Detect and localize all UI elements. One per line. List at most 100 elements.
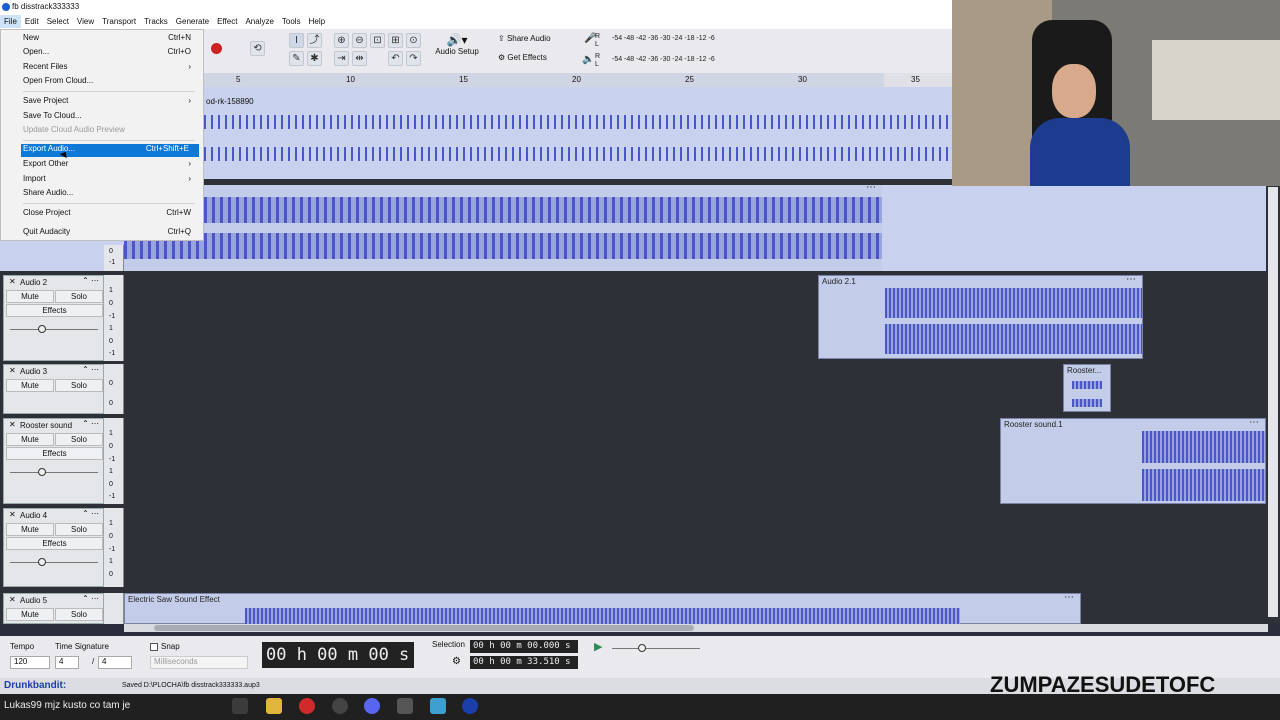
audio-clip[interactable]: Electric Saw Sound Effect ⋯ bbox=[124, 592, 1081, 624]
track-menu-icon[interactable]: ⌃ ⋯ bbox=[82, 509, 99, 518]
track-menu-icon[interactable]: ⌃ ⋯ bbox=[82, 365, 99, 374]
gain-slider[interactable] bbox=[10, 562, 98, 563]
menu-tools[interactable]: Tools bbox=[278, 15, 305, 28]
menu-edit[interactable]: Edit bbox=[21, 15, 43, 28]
close-track-icon[interactable]: ✕ bbox=[9, 366, 16, 375]
solo-button[interactable]: Solo bbox=[55, 608, 103, 621]
menu-item-recent-files[interactable]: Recent Files › bbox=[23, 62, 201, 75]
zoom-toggle-icon[interactable]: ⊙ bbox=[406, 33, 421, 48]
undo-icon[interactable]: ↶ bbox=[388, 51, 403, 66]
menu-item-save-project[interactable]: Save Project › bbox=[23, 96, 201, 109]
timeline-ruler[interactable]: 5 10 15 20 25 30 35 bbox=[204, 73, 952, 87]
menu-help[interactable]: Help bbox=[305, 15, 329, 28]
opera-icon[interactable] bbox=[299, 698, 315, 714]
playback-meter-ticks[interactable]: -54 -48 -42 -36 -30 -24 -18 -12 -6 bbox=[612, 56, 715, 63]
menu-file[interactable]: File bbox=[0, 15, 21, 28]
audio-clip[interactable]: ⋯ bbox=[124, 182, 882, 271]
audacity-taskbar-icon[interactable] bbox=[462, 698, 478, 714]
audio-clip[interactable]: Rooster... bbox=[1063, 364, 1111, 412]
envelope-tool-icon[interactable]: ⤴ bbox=[307, 33, 322, 48]
menu-analyze[interactable]: Analyze bbox=[241, 15, 277, 28]
play-at-speed-icon[interactable]: ▶ bbox=[594, 640, 602, 653]
time-sig-denominator[interactable]: 4 bbox=[98, 656, 132, 669]
mute-button[interactable]: Mute bbox=[6, 379, 54, 392]
track-menu-icon[interactable]: ⌃ ⋯ bbox=[82, 276, 99, 285]
get-effects-button[interactable]: ⚙ Get Effects bbox=[498, 53, 547, 62]
discord-icon[interactable] bbox=[364, 698, 380, 714]
time-sig-numerator[interactable]: 4 bbox=[55, 656, 79, 669]
horizontal-scrollbar[interactable] bbox=[124, 624, 1268, 632]
close-track-icon[interactable]: ✕ bbox=[9, 510, 16, 519]
snap-checkbox[interactable] bbox=[150, 643, 158, 651]
menu-item-close-project[interactable]: Close Project Ctrl+W bbox=[23, 208, 201, 221]
menu-select[interactable]: Select bbox=[43, 15, 73, 28]
gain-slider[interactable] bbox=[10, 329, 98, 330]
menu-item-new[interactable]: New Ctrl+N bbox=[23, 33, 201, 46]
track-header-rooster-sound[interactable]: ✕ Rooster sound ⌃ ⋯ Mute Solo Effects bbox=[3, 418, 104, 504]
zoom-out-icon[interactable]: ⊖ bbox=[352, 33, 367, 48]
multi-tool-icon[interactable]: ✱ bbox=[307, 51, 322, 66]
solo-button[interactable]: Solo bbox=[55, 523, 103, 536]
vertical-scrollbar[interactable] bbox=[1268, 187, 1278, 617]
task-view-icon[interactable] bbox=[232, 698, 248, 714]
silence-icon[interactable]: ⇹ bbox=[352, 51, 367, 66]
snap-unit-select[interactable]: Milliseconds bbox=[150, 656, 248, 669]
gain-slider-thumb[interactable] bbox=[38, 325, 46, 333]
play-speed-slider[interactable] bbox=[612, 648, 700, 649]
menu-item-save-to-cloud[interactable]: Save To Cloud... bbox=[23, 111, 201, 124]
menu-tracks[interactable]: Tracks bbox=[140, 15, 172, 28]
menu-item-share-audio[interactable]: Share Audio... bbox=[23, 188, 201, 201]
menu-item-open-from-cloud[interactable]: Open From Cloud... bbox=[23, 76, 201, 89]
track-menu-icon[interactable]: ⌃ ⋯ bbox=[82, 594, 99, 603]
solo-button[interactable]: Solo bbox=[55, 379, 103, 392]
menu-item-import[interactable]: Import › bbox=[23, 174, 201, 187]
record-meter-ticks[interactable]: -54 -48 -42 -36 -30 -24 -18 -12 -6 bbox=[612, 35, 715, 42]
mute-button[interactable]: Mute bbox=[6, 433, 54, 446]
app-icon[interactable] bbox=[397, 698, 413, 714]
close-track-icon[interactable]: ✕ bbox=[9, 595, 16, 604]
menu-generate[interactable]: Generate bbox=[172, 15, 213, 28]
selection-start[interactable]: 00 h 00 m 00.000 s bbox=[470, 640, 578, 653]
audio-setup-button[interactable]: 🔊▾ Audio Setup bbox=[432, 33, 482, 67]
share-audio-button[interactable]: ⇪ Share Audio bbox=[498, 34, 551, 43]
close-track-icon[interactable]: ✕ bbox=[9, 277, 16, 286]
selection-end[interactable]: 00 h 00 m 33.510 s bbox=[470, 656, 578, 669]
audio-clip[interactable]: Audio 2.1 ⋯ bbox=[818, 274, 1143, 359]
gain-slider[interactable] bbox=[10, 472, 98, 473]
clip-menu-icon[interactable]: ⋯ bbox=[1064, 592, 1074, 603]
effects-button[interactable]: Effects bbox=[6, 537, 103, 550]
loop-button[interactable]: ⟲ bbox=[250, 41, 265, 56]
effects-button[interactable]: Effects bbox=[6, 304, 103, 317]
track-header-audio-5[interactable]: ✕ Audio 5 ⌃ ⋯ Mute Solo bbox=[3, 593, 104, 624]
fit-selection-icon[interactable]: ⊡ bbox=[370, 33, 385, 48]
effects-button[interactable]: Effects bbox=[6, 447, 103, 460]
menu-item-export-audio[interactable]: Export Audio... Ctrl+Shift+E bbox=[21, 144, 199, 157]
mute-button[interactable]: Mute bbox=[6, 523, 54, 536]
menu-item-open[interactable]: Open... Ctrl+O bbox=[23, 47, 201, 60]
mute-button[interactable]: Mute bbox=[6, 290, 54, 303]
selection-settings-icon[interactable]: ⚙ bbox=[452, 656, 461, 667]
track-header-audio-2[interactable]: ✕ Audio 2 ⌃ ⋯ Mute Solo Effects bbox=[3, 275, 104, 361]
draw-tool-icon[interactable]: ✎ bbox=[289, 51, 304, 66]
redo-icon[interactable]: ↷ bbox=[406, 51, 421, 66]
solo-button[interactable]: Solo bbox=[55, 433, 103, 446]
track-header-audio-4[interactable]: ✕ Audio 4 ⌃ ⋯ Mute Solo Effects bbox=[3, 508, 104, 587]
menu-view[interactable]: View bbox=[73, 15, 98, 28]
obs-icon[interactable] bbox=[332, 698, 348, 714]
fit-project-icon[interactable]: ⊞ bbox=[388, 33, 403, 48]
clip-menu-icon[interactable]: ⋯ bbox=[1249, 417, 1259, 428]
scrollbar-thumb[interactable] bbox=[154, 625, 694, 631]
menu-item-export-other[interactable]: Export Other › bbox=[23, 159, 201, 172]
track-header-audio-3[interactable]: ✕ Audio 3 ⌃ ⋯ Mute Solo bbox=[3, 364, 104, 414]
zoom-in-icon[interactable]: ⊕ bbox=[334, 33, 349, 48]
audio-clip[interactable]: Rooster sound.1 ⋯ bbox=[1000, 417, 1266, 504]
file-explorer-icon[interactable] bbox=[266, 698, 282, 714]
track-menu-icon[interactable]: ⌃ ⋯ bbox=[82, 419, 99, 428]
notepad-icon[interactable] bbox=[430, 698, 446, 714]
close-track-icon[interactable]: ✕ bbox=[9, 420, 16, 429]
menu-transport[interactable]: Transport bbox=[98, 15, 140, 28]
clip-menu-icon[interactable]: ⋯ bbox=[866, 182, 876, 193]
record-button[interactable] bbox=[211, 43, 222, 54]
menu-effect[interactable]: Effect bbox=[213, 15, 241, 28]
gain-slider-thumb[interactable] bbox=[38, 558, 46, 566]
